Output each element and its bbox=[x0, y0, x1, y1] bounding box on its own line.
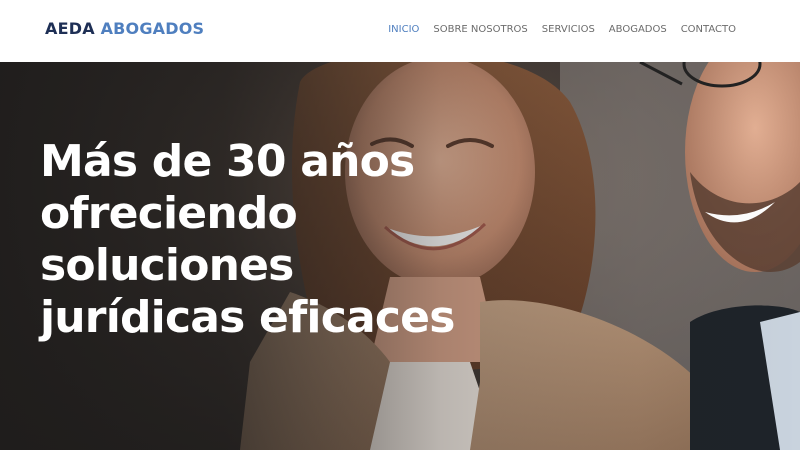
hero-headline-line-1: Más de 30 años bbox=[40, 136, 415, 187]
site-header: AEDA ABOGADOS INICIO SOBRE NOSOTROS SERV… bbox=[0, 0, 800, 62]
hero-headline: Más de 30 años ofreciendo soluciones jur… bbox=[40, 136, 560, 344]
hero-headline-line-3: soluciones bbox=[40, 240, 294, 291]
brand-name-part1: AEDA bbox=[45, 19, 95, 38]
hero-banner: Más de 30 años ofreciendo soluciones jur… bbox=[0, 62, 800, 450]
brand-name-part2: ABOGADOS bbox=[100, 19, 205, 38]
brand-logo[interactable]: AEDA ABOGADOS bbox=[45, 19, 204, 38]
nav-item-sobre-nosotros[interactable]: SOBRE NOSOTROS bbox=[433, 24, 527, 35]
hero-headline-line-2: ofreciendo bbox=[40, 188, 298, 239]
nav-item-inicio[interactable]: INICIO bbox=[388, 24, 419, 35]
nav-item-abogados[interactable]: ABOGADOS bbox=[609, 24, 667, 35]
nav-item-servicios[interactable]: SERVICIOS bbox=[542, 24, 595, 35]
main-nav: INICIO SOBRE NOSOTROS SERVICIOS ABOGADOS… bbox=[388, 24, 736, 35]
hero-headline-line-4: jurídicas eficaces bbox=[40, 292, 455, 343]
nav-item-contacto[interactable]: CONTACTO bbox=[681, 24, 736, 35]
